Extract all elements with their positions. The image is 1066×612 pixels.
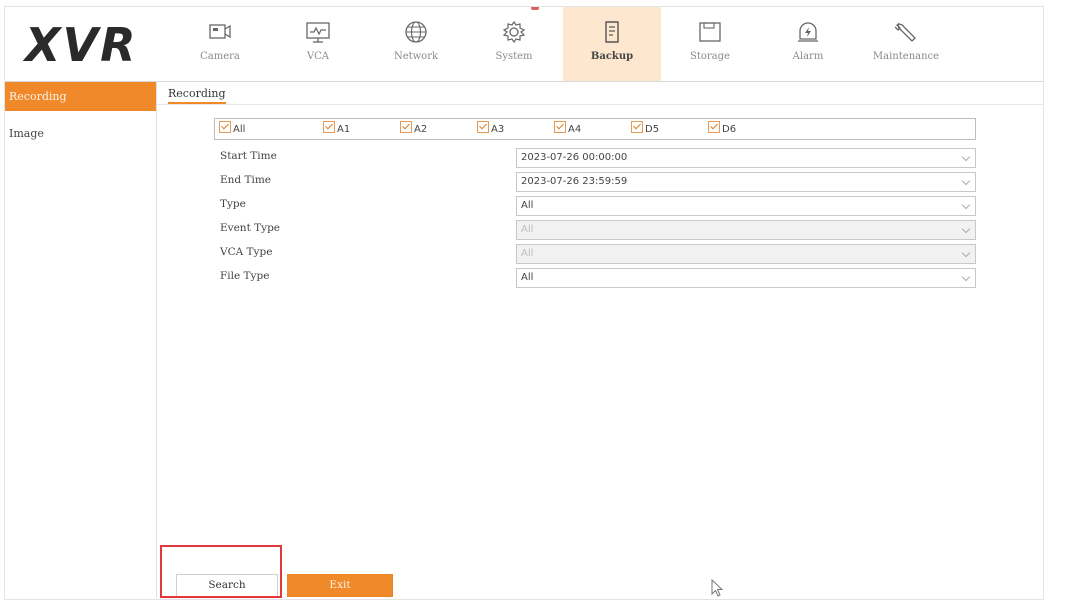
start-time-field[interactable]: 2023-07-26 00:00:00 [516,148,976,168]
tab-backup-label: Backup [590,51,634,62]
tab-network[interactable]: Network [367,7,465,81]
end-time-field[interactable]: 2023-07-26 23:59:59 [516,172,976,192]
tab-network-label: Network [393,51,439,62]
tab-system[interactable]: System [465,7,563,81]
sidebar: Recording Image [5,82,157,598]
sidebar-item-image[interactable]: Image [5,119,156,148]
chevron-down-icon [961,248,971,258]
event-type-value: All [521,224,534,235]
channel-label: A2 [414,124,428,135]
tab-alarm-label: Alarm [792,51,824,62]
tab-camera[interactable]: Camera [171,7,269,81]
chevron-down-icon [961,176,971,186]
tab-storage-label: Storage [690,51,730,62]
storage-drive-icon [699,22,721,42]
sidebar-item-recording[interactable]: Recording [5,82,156,111]
end-time-value: 2023-07-26 23:59:59 [521,176,628,187]
channel-checkbox-a2[interactable]: A2 [400,121,427,138]
vca-type-select: All [516,244,976,264]
top-nav-bar: XVR Camera VCA Network System Backup Sto… [5,7,1043,82]
channel-checkbox-a3[interactable]: A3 [477,121,504,138]
subtab-recording[interactable]: Recording [168,87,226,104]
subtab-divider [157,104,1043,105]
alarm-lightning-icon [798,22,818,42]
channel-label: A1 [337,124,351,135]
mouse-cursor-icon [711,579,724,597]
backup-document-icon [605,21,619,43]
end-time-label: End Time [220,174,272,186]
channel-label: A4 [568,124,582,135]
search-button[interactable]: Search [176,574,278,597]
globe-icon [405,21,427,43]
channel-label: A3 [491,124,505,135]
checkbox-checked-icon [323,121,335,133]
app-window: XVR Camera VCA Network System Backup Sto… [4,6,1044,600]
chevron-down-icon [961,200,971,210]
event-type-select: All [516,220,976,240]
channel-label: D5 [645,124,660,135]
camera-icon [209,24,231,39]
type-select[interactable]: All [516,196,976,216]
checkbox-checked-icon [400,121,412,133]
wrench-icon [894,22,916,42]
channel-checkbox-a1[interactable]: A1 [323,121,350,138]
channel-checkbox-d5[interactable]: D5 [631,121,659,138]
channel-label: D6 [722,124,737,135]
vca-type-value: All [521,248,534,259]
tab-camera-label: Camera [200,51,240,62]
checkbox-checked-icon [477,121,489,133]
checkbox-checked-icon [631,121,643,133]
gear-icon [502,20,526,44]
vca-type-label: VCA Type [220,246,273,258]
channel-selector: All A1 A2 A3 A4 D5 D6 [214,118,976,140]
tab-backup[interactable]: Backup [563,7,661,81]
file-type-label: File Type [220,270,270,282]
exit-button[interactable]: Exit [287,574,393,597]
channel-label: All [233,124,246,135]
file-type-value: All [521,272,534,283]
type-value: All [521,200,534,211]
checkbox-checked-icon [554,121,566,133]
tab-vca-label: VCA [306,51,330,62]
type-label: Type [220,198,246,210]
start-time-value: 2023-07-26 00:00:00 [521,152,628,163]
file-type-select[interactable]: All [516,268,976,288]
tab-alarm[interactable]: Alarm [759,7,857,81]
tab-vca[interactable]: VCA [269,7,367,81]
start-time-label: Start Time [220,150,277,162]
checkbox-checked-icon [219,121,231,133]
xvr-logo: XVR [25,18,138,72]
event-type-label: Event Type [220,222,281,234]
tab-storage[interactable]: Storage [661,7,759,81]
tab-system-label: System [495,51,533,62]
chevron-down-icon [961,272,971,282]
chevron-down-icon [961,152,971,162]
checkbox-checked-icon [708,121,720,133]
channel-checkbox-a4[interactable]: A4 [554,121,581,138]
tab-maintenance-label: Maintenance [872,51,940,62]
channel-checkbox-d6[interactable]: D6 [708,121,736,138]
chevron-down-icon [961,224,971,234]
vca-monitor-icon [306,22,330,43]
tab-maintenance[interactable]: Maintenance [857,7,955,81]
channel-checkbox-all[interactable]: All [219,121,245,138]
